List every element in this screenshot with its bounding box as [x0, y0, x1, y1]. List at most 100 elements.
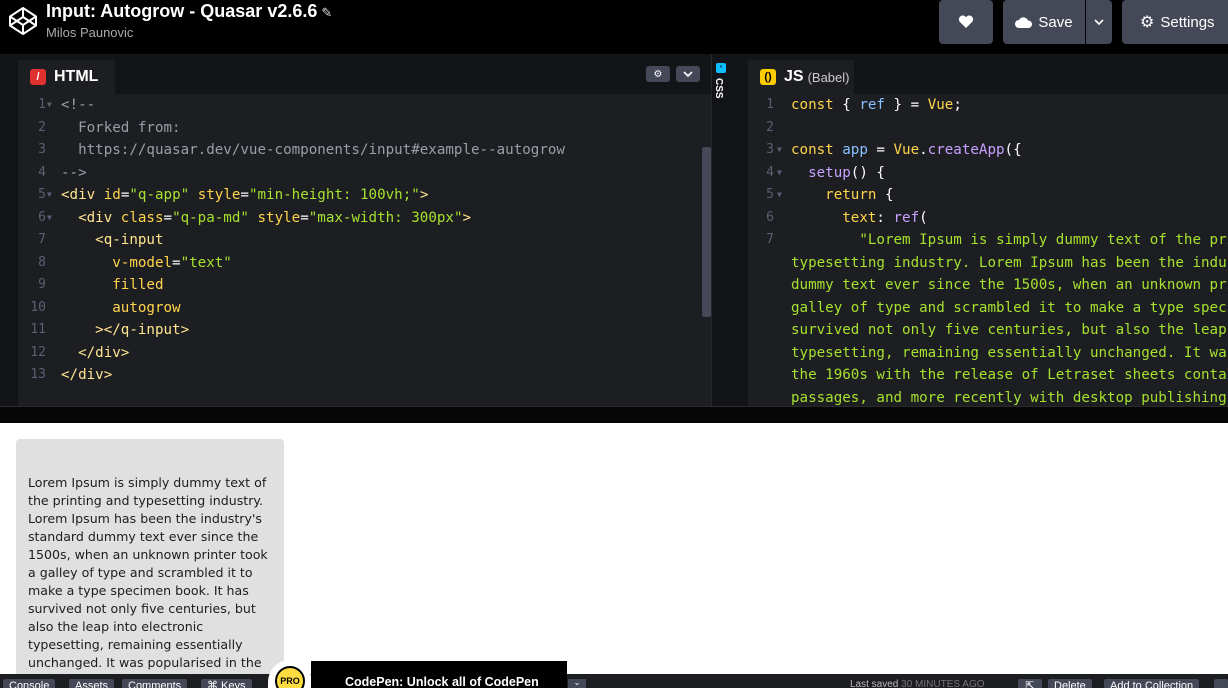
love-button[interactable]: [939, 0, 993, 44]
pen-author[interactable]: Milos Paunovic: [46, 25, 133, 40]
line-number: 8: [38, 254, 46, 270]
code-token: class: [120, 209, 164, 226]
code-token: "q-pa-md": [172, 209, 249, 226]
code-line[interactable]: 6 text: ref(: [748, 207, 1228, 230]
editor-area: / HTML ⚙ 1 ▼ <!-- 2 Forked from: 3 https://q…: [0, 54, 1228, 406]
editor-resize-handle[interactable]: [729, 54, 748, 406]
code-line[interactable]: 11 ></q-input>: [18, 319, 711, 342]
line-code: <div class="q-pa-md" style="max-width: 3…: [61, 207, 471, 230]
code-token: </div>: [61, 367, 113, 383]
html-editor-scrollbar[interactable]: [702, 147, 711, 317]
code-line[interactable]: survived not only five centuries, but al…: [748, 319, 1228, 342]
code-token: Vue: [927, 97, 954, 113]
more-options-button[interactable]: [1214, 679, 1228, 688]
code-line[interactable]: 7 "Lorem Ipsum is simply dummy text of t…: [748, 229, 1228, 252]
code-line[interactable]: 6 ▼ <div class="q-pa-md" style="max-width…: [18, 207, 711, 230]
html-options-button[interactable]: [676, 66, 700, 82]
codepen-logo-icon[interactable]: [8, 6, 38, 36]
html-settings-button[interactable]: ⚙: [646, 66, 670, 82]
line-number: 2: [766, 119, 774, 135]
code-token: >: [462, 209, 472, 226]
code-token: style: [197, 187, 241, 203]
js-tab[interactable]: () JS (Babel): [748, 60, 854, 94]
line-code: </div>: [61, 364, 112, 387]
code-line[interactable]: 4 -->: [18, 162, 711, 185]
external-link-icon[interactable]: ⇱: [1018, 679, 1042, 688]
textarea-value: Lorem Ipsum is simply dummy text of the …: [28, 475, 268, 679]
pro-promo-banner[interactable]: PRO CodePen: Unlock all of CodePen: [268, 660, 568, 688]
save-options-button[interactable]: [1086, 0, 1112, 44]
js-lang-icon: (): [760, 69, 776, 85]
code-line[interactable]: 2: [748, 117, 1228, 140]
edit-pencil-icon[interactable]: ✎: [321, 5, 332, 20]
code-line[interactable]: 7 <q-input: [18, 229, 711, 252]
code-line[interactable]: 9 filled: [18, 274, 711, 297]
promo-collapse-icon[interactable]: ⌄: [568, 679, 586, 688]
settings-button[interactable]: ⚙ Settings: [1122, 0, 1228, 44]
code-line[interactable]: 12 </div>: [18, 342, 711, 365]
comments-button[interactable]: Comments: [122, 679, 188, 688]
line-number: 11: [30, 322, 46, 337]
fold-arrow-icon[interactable]: ▼: [47, 184, 52, 207]
code-token: "Lorem Ipsum is simply dummy text of the…: [859, 232, 1228, 248]
css-editor-collapsed[interactable]: * CSS: [711, 54, 729, 406]
code-line[interactable]: 3 https://quasar.dev/vue-components/inpu…: [18, 139, 711, 162]
preview-resize-bar[interactable]: [0, 406, 1228, 423]
line-code: <div id="q-app" style="min-height: 100vh…: [61, 184, 428, 207]
code-line[interactable]: typesetting, remaining essentially uncha…: [748, 342, 1228, 365]
code-line[interactable]: 8 v-model="text": [18, 252, 711, 275]
code-line[interactable]: 3 ▼ const app = Vue.createApp({: [748, 139, 1228, 162]
code-line[interactable]: 13 </div>: [18, 364, 711, 387]
js-tab-label: JS: [784, 68, 804, 85]
fold-arrow-icon[interactable]: ▼: [777, 184, 782, 207]
fold-arrow-icon[interactable]: ▼: [47, 94, 52, 117]
save-button[interactable]: Save: [1003, 0, 1085, 44]
fold-arrow-icon[interactable]: ▼: [47, 207, 52, 230]
code-token: ;: [953, 97, 962, 113]
css-tab-label: CSS: [713, 78, 724, 99]
autogrow-textarea[interactable]: Lorem Ipsum is simply dummy text of the …: [16, 439, 284, 679]
line-code: <!--: [61, 94, 95, 117]
code-line[interactable]: 2 Forked from:: [18, 117, 711, 140]
code-line[interactable]: 1 const { ref } = Vue;: [748, 94, 1228, 117]
code-line[interactable]: 4 ▼ setup() {: [748, 162, 1228, 185]
chevron-down-icon: [683, 71, 693, 77]
cloud-icon: [1015, 16, 1033, 28]
heart-icon: [958, 15, 974, 28]
code-token: survived not only five centuries, but al…: [791, 322, 1227, 338]
code-token: galley of type and scrambled it to make …: [791, 299, 1228, 316]
html-tab[interactable]: / HTML: [18, 60, 115, 94]
code-line[interactable]: passages, and more recently with desktop…: [748, 387, 1228, 407]
line-code: Forked from:: [61, 117, 181, 140]
line-number: 1: [38, 97, 46, 112]
gear-icon: ⚙: [1140, 14, 1155, 31]
delete-button[interactable]: Delete: [1048, 679, 1092, 688]
code-token: {: [884, 187, 894, 203]
code-line[interactable]: galley of type and scrambled it to make …: [748, 297, 1228, 320]
add-to-collection-button[interactable]: Add to Collection: [1104, 679, 1200, 688]
code-token: (: [919, 209, 928, 226]
code-line[interactable]: dummy text ever since the 1500s, when an…: [748, 274, 1228, 297]
code-line[interactable]: 1 ▼ <!--: [18, 94, 711, 117]
js-code-editor[interactable]: 1 const { ref } = Vue; 2 3 ▼ const app = Vue.…: [748, 94, 1228, 406]
assets-button[interactable]: Assets: [69, 679, 115, 688]
code-token: "max-width: 300px": [308, 209, 463, 226]
line-code: return {: [791, 184, 894, 207]
code-token: const: [791, 142, 843, 158]
code-line[interactable]: 5 ▼ <div id="q-app" style="min-height: 100…: [18, 184, 711, 207]
html-code-editor[interactable]: 1 ▼ <!-- 2 Forked from: 3 https://quasar.dev…: [18, 94, 711, 387]
code-token: id: [103, 187, 121, 203]
code-token: typesetting, remaining essentially uncha…: [791, 344, 1228, 361]
code-line[interactable]: 10 autogrow: [18, 297, 711, 320]
code-token: const: [791, 97, 843, 113]
line-code: -->: [61, 162, 87, 185]
code-line[interactable]: 5 ▼ return {: [748, 184, 1228, 207]
fold-arrow-icon[interactable]: ▼: [777, 162, 782, 185]
code-line[interactable]: typesetting industry. Lorem Ipsum has be…: [748, 252, 1228, 275]
code-line[interactable]: the 1960s with the release of Letraset s…: [748, 364, 1228, 387]
console-button[interactable]: Console: [3, 679, 56, 688]
keys-button[interactable]: ⌘ Keys: [201, 679, 252, 688]
pen-title[interactable]: Input: Autogrow - Quasar v2.6.6 ✎: [46, 1, 332, 22]
fold-arrow-icon[interactable]: ▼: [777, 139, 782, 162]
